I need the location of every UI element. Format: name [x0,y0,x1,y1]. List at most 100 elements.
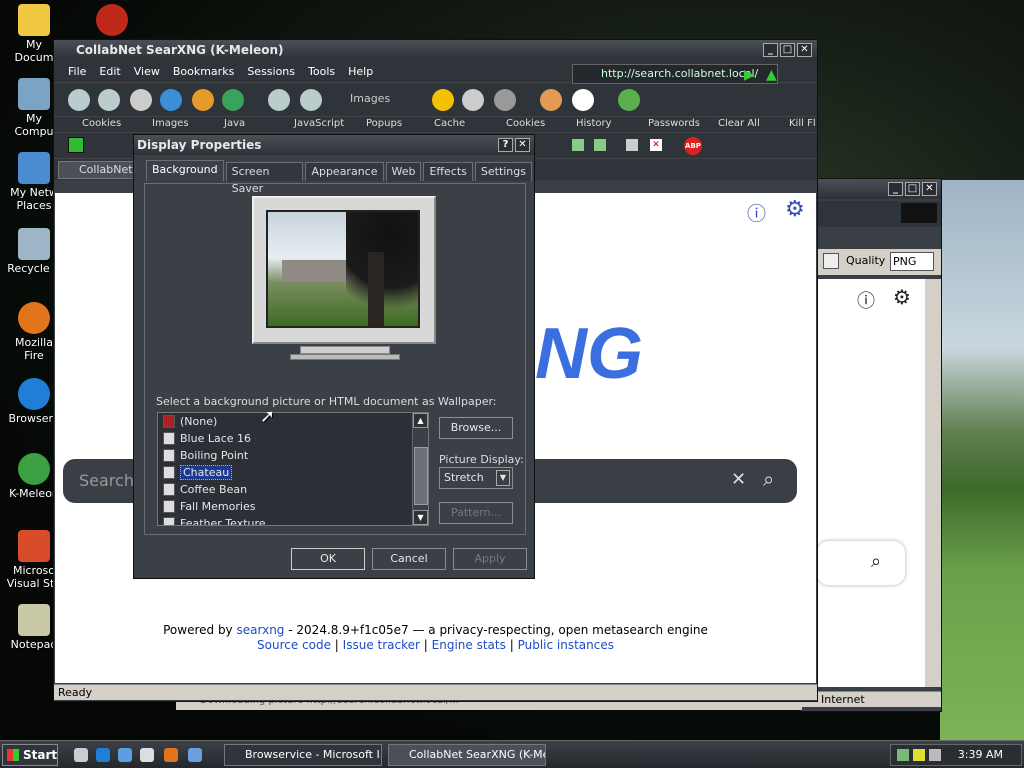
back-icon[interactable] [68,89,90,111]
ie-quicklaunch-icon[interactable] [96,748,110,762]
tab-background[interactable]: Background [146,160,224,181]
close-button[interactable]: ✕ [797,43,812,57]
bookmark-cookies[interactable]: Cookies [82,118,121,129]
pattern-button[interactable]: Pattern... [439,502,513,524]
browservice-window[interactable]: _ □ ✕ Quality PNG ⓘ ⚙ ⌕ Internet [800,178,942,712]
source-icon[interactable] [572,89,594,111]
task-kmeleon[interactable]: CollabNet SearXNG (K-Mel... [388,744,546,766]
menu-edit[interactable]: Edit [99,65,120,78]
browse-button[interactable]: Browse... [439,417,513,439]
bookmark-cookies-2[interactable]: Cookies [506,118,545,129]
up-icon[interactable]: ▲ [766,67,777,83]
page-icon-1[interactable] [572,139,584,151]
history-icon[interactable] [462,89,484,111]
engine-stats-link[interactable]: Engine stats [432,638,506,652]
source-code-link[interactable]: Source code [257,638,331,652]
chevron-down-icon[interactable]: ▼ [496,470,510,486]
scroll-down-icon[interactable]: ▼ [413,510,428,525]
stop-icon[interactable] [130,89,152,111]
info-icon[interactable]: ⓘ [857,287,875,313]
firefox-quicklaunch-icon[interactable] [164,748,178,762]
download-arrow-icon[interactable] [68,137,84,153]
go-icon[interactable]: ▶ [744,67,755,83]
list-item[interactable]: (None) [158,413,428,430]
list-scrollbar[interactable]: ▲ ▼ [412,413,428,525]
search-box-back[interactable]: ⌕ [817,541,905,585]
scrollbar[interactable] [925,279,941,687]
quicklaunch-icon-6[interactable] [188,748,202,762]
bookmark-kill-flash[interactable]: Kill Fl [789,118,816,129]
close-button[interactable]: ✕ [922,182,937,196]
issue-tracker-link[interactable]: Issue tracker [343,638,420,652]
start-button[interactable]: Start [2,744,58,766]
public-instances-link[interactable]: Public instances [518,638,614,652]
info-icon[interactable]: ⓘ [747,199,766,226]
bookmark-cache[interactable]: Cache [434,118,465,129]
tab-screen-saver[interactable]: Screen Saver [225,162,304,195]
picture-display-select[interactable]: Stretch ▼ [439,467,513,489]
bookmark-java[interactable]: Java [224,118,245,129]
wallpaper-list[interactable]: (None) Blue Lace 16 Boiling Point Chatea… [157,412,429,526]
list-item-selected[interactable]: Chateau [158,464,428,481]
minimize-button[interactable]: _ [888,182,903,196]
menu-file[interactable]: File [68,65,86,78]
list-item[interactable]: Feather Texture [158,515,428,525]
menu-tools[interactable]: Tools [308,65,335,78]
bookmark-popups[interactable]: Popups [366,118,402,129]
minimize-button[interactable]: _ [763,43,778,57]
zoom-in-icon[interactable] [268,89,290,111]
display-properties-dialog[interactable]: Display Properties ? ✕ Background Screen… [133,134,535,579]
new-tab-icon[interactable] [626,139,638,151]
quality-select[interactable]: PNG [890,252,934,271]
tray-icon-2[interactable] [913,749,925,761]
close-button[interactable]: ✕ [515,138,530,152]
zoom-out-icon[interactable] [300,89,322,111]
maximize-button[interactable]: □ [905,182,920,196]
list-item[interactable]: Coffee Bean [158,481,428,498]
close-tab-icon[interactable]: ✕ [650,139,662,151]
quicklaunch-icon-3[interactable] [118,748,132,762]
bookmark-clear-all[interactable]: Clear All [718,118,760,129]
search-icon[interactable]: ⌕ [871,551,881,572]
tab-web[interactable]: Web [385,162,422,181]
maximize-button[interactable]: □ [780,43,795,57]
gear-icon[interactable] [494,89,516,111]
list-item[interactable]: Blue Lace 16 [158,430,428,447]
cancel-button[interactable]: Cancel [372,548,446,570]
search-icon[interactable]: ⌕ [763,467,774,491]
tab-collabnet[interactable]: CollabNet S [58,161,138,179]
tab-settings[interactable]: Settings [474,162,532,181]
task-browservice[interactable]: Browservice - Microsoft I... [224,744,382,766]
desktop-icon-red-app[interactable] [84,4,140,38]
bookmark-passwords[interactable]: Passwords [648,118,700,129]
clipboard-icon[interactable] [823,253,839,269]
menu-bookmarks[interactable]: Bookmarks [173,65,234,78]
download-icon[interactable] [618,89,640,111]
layout-icon[interactable] [540,89,562,111]
menu-sessions[interactable]: Sessions [247,65,295,78]
volume-icon[interactable] [929,749,941,761]
images-button[interactable]: Images [350,92,390,105]
tab-effects[interactable]: Effects [423,162,473,181]
scroll-thumb[interactable] [414,447,428,505]
gear-icon[interactable]: ⚙ [893,285,911,309]
globe-icon[interactable] [222,89,244,111]
list-item[interactable]: Fall Memories [158,498,428,515]
menu-view[interactable]: View [134,65,160,78]
apply-button[interactable]: Apply [453,548,527,570]
bookmark-images[interactable]: Images [152,118,189,129]
searxng-link[interactable]: searxng [237,623,285,637]
star-icon[interactable] [432,89,454,111]
search-input[interactable]: Search [79,471,134,490]
preferences-gear-icon[interactable]: ⚙ [785,197,805,222]
show-desktop-icon[interactable] [74,748,88,762]
ok-button[interactable]: OK [291,548,365,570]
reload-icon[interactable] [160,89,182,111]
home-icon[interactable] [192,89,214,111]
forward-icon[interactable] [98,89,120,111]
help-button[interactable]: ? [498,138,513,152]
page-icon-2[interactable] [594,139,606,151]
bookmark-history[interactable]: History [576,118,612,129]
list-item[interactable]: Boiling Point [158,447,428,464]
scroll-up-icon[interactable]: ▲ [413,413,428,428]
